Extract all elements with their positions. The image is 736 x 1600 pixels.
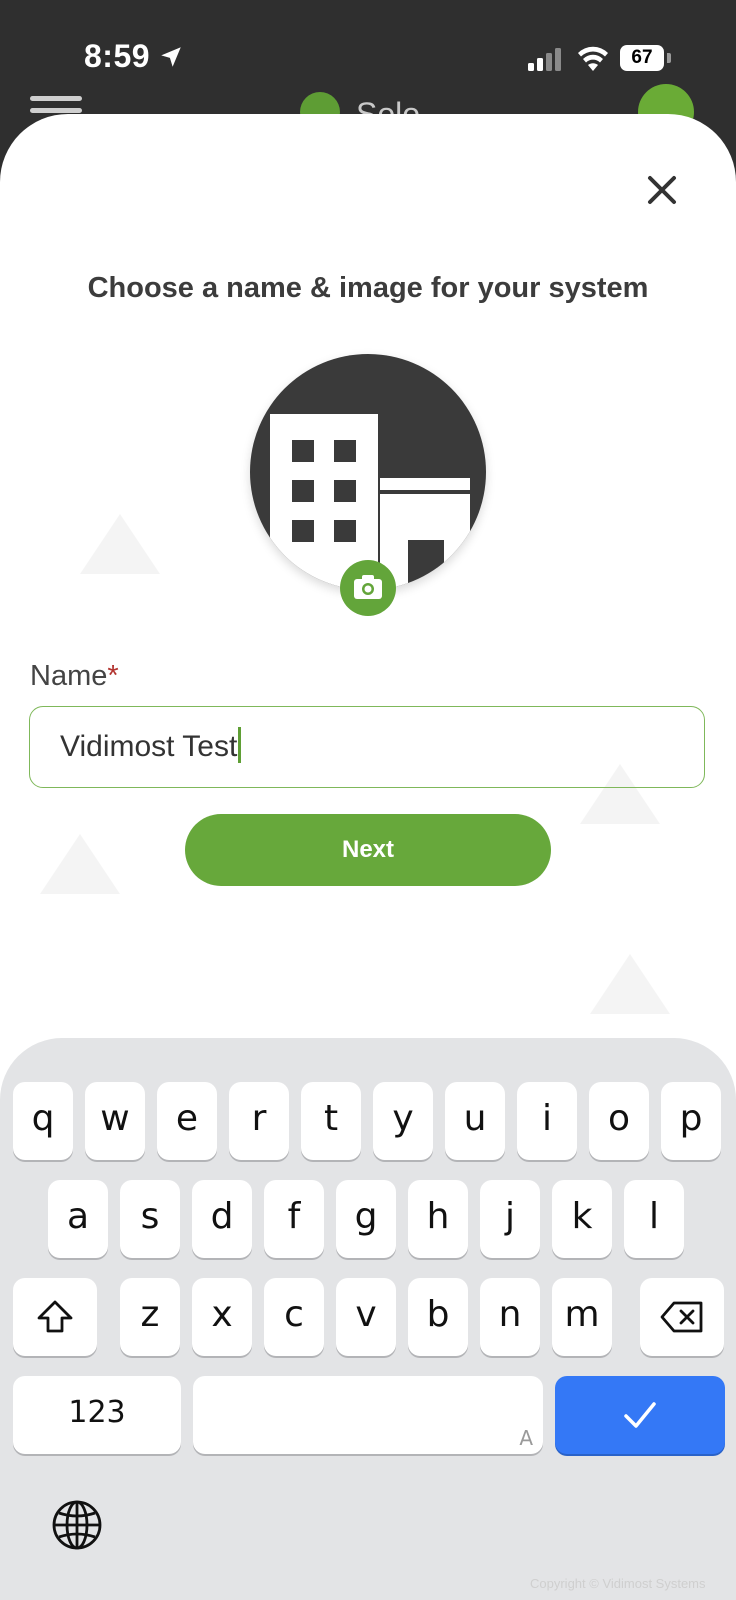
key-f[interactable]: f: [264, 1180, 324, 1258]
numbers-key[interactable]: 123: [13, 1376, 181, 1454]
text-caret: [238, 727, 242, 764]
key-p[interactable]: p: [661, 1082, 721, 1160]
key-t[interactable]: t: [301, 1082, 361, 1160]
key-a[interactable]: a: [48, 1180, 108, 1258]
status-time: 8:59: [84, 38, 151, 74]
keyboard: q w e r t y u i o p a s d f g h j k l z …: [0, 1038, 736, 1600]
key-o[interactable]: o: [589, 1082, 649, 1160]
system-image[interactable]: [250, 354, 486, 590]
close-icon[interactable]: [640, 168, 684, 212]
name-input-value: Vidimost Test: [60, 730, 238, 763]
shift-icon: [37, 1300, 73, 1333]
key-e[interactable]: e: [157, 1082, 217, 1160]
key-z[interactable]: z: [120, 1278, 180, 1356]
shift-key[interactable]: [13, 1278, 97, 1356]
background-pattern: [590, 954, 670, 1014]
background-pattern: [40, 834, 120, 894]
key-x[interactable]: x: [192, 1278, 252, 1356]
key-y[interactable]: y: [373, 1082, 433, 1160]
key-r[interactable]: r: [229, 1082, 289, 1160]
change-image-button[interactable]: [340, 560, 396, 616]
next-button[interactable]: Next: [185, 814, 551, 886]
key-m[interactable]: m: [552, 1278, 612, 1356]
key-v[interactable]: v: [336, 1278, 396, 1356]
key-l[interactable]: l: [624, 1180, 684, 1258]
key-d[interactable]: d: [192, 1180, 252, 1258]
key-j[interactable]: j: [480, 1180, 540, 1258]
camera-icon: [354, 575, 382, 599]
key-w[interactable]: w: [85, 1082, 145, 1160]
done-key[interactable]: [555, 1376, 725, 1454]
space-hint: A: [519, 1426, 533, 1450]
key-u[interactable]: u: [445, 1082, 505, 1160]
cellular-signal-icon: [528, 48, 561, 71]
key-i[interactable]: i: [517, 1082, 577, 1160]
checkmark-icon: [624, 1402, 656, 1428]
key-c[interactable]: c: [264, 1278, 324, 1356]
background-pattern: [80, 514, 160, 574]
backspace-icon: [660, 1301, 703, 1333]
key-n[interactable]: n: [480, 1278, 540, 1356]
name-label: Name*: [30, 660, 119, 693]
battery-icon: 67: [620, 45, 664, 71]
key-b[interactable]: b: [408, 1278, 468, 1356]
watermark: Copyright © Vidimost Systems: [530, 1576, 706, 1591]
key-h[interactable]: h: [408, 1180, 468, 1258]
backspace-key[interactable]: [640, 1278, 724, 1356]
required-marker: *: [107, 660, 119, 692]
globe-icon[interactable]: [50, 1498, 104, 1552]
key-k[interactable]: k: [552, 1180, 612, 1258]
building-icon: [270, 414, 470, 590]
name-label-text: Name: [30, 660, 108, 692]
key-g[interactable]: g: [336, 1180, 396, 1258]
name-input[interactable]: Vidimost Test: [29, 706, 705, 788]
location-arrow-icon: [161, 47, 181, 67]
sheet-title: Choose a name & image for your system: [87, 272, 649, 304]
key-q[interactable]: q: [13, 1082, 73, 1160]
status-bar: 8:59 67: [0, 0, 736, 110]
key-s[interactable]: s: [120, 1180, 180, 1258]
space-key[interactable]: A: [193, 1376, 543, 1454]
wifi-icon: [578, 46, 608, 71]
battery-tip: [667, 53, 671, 63]
